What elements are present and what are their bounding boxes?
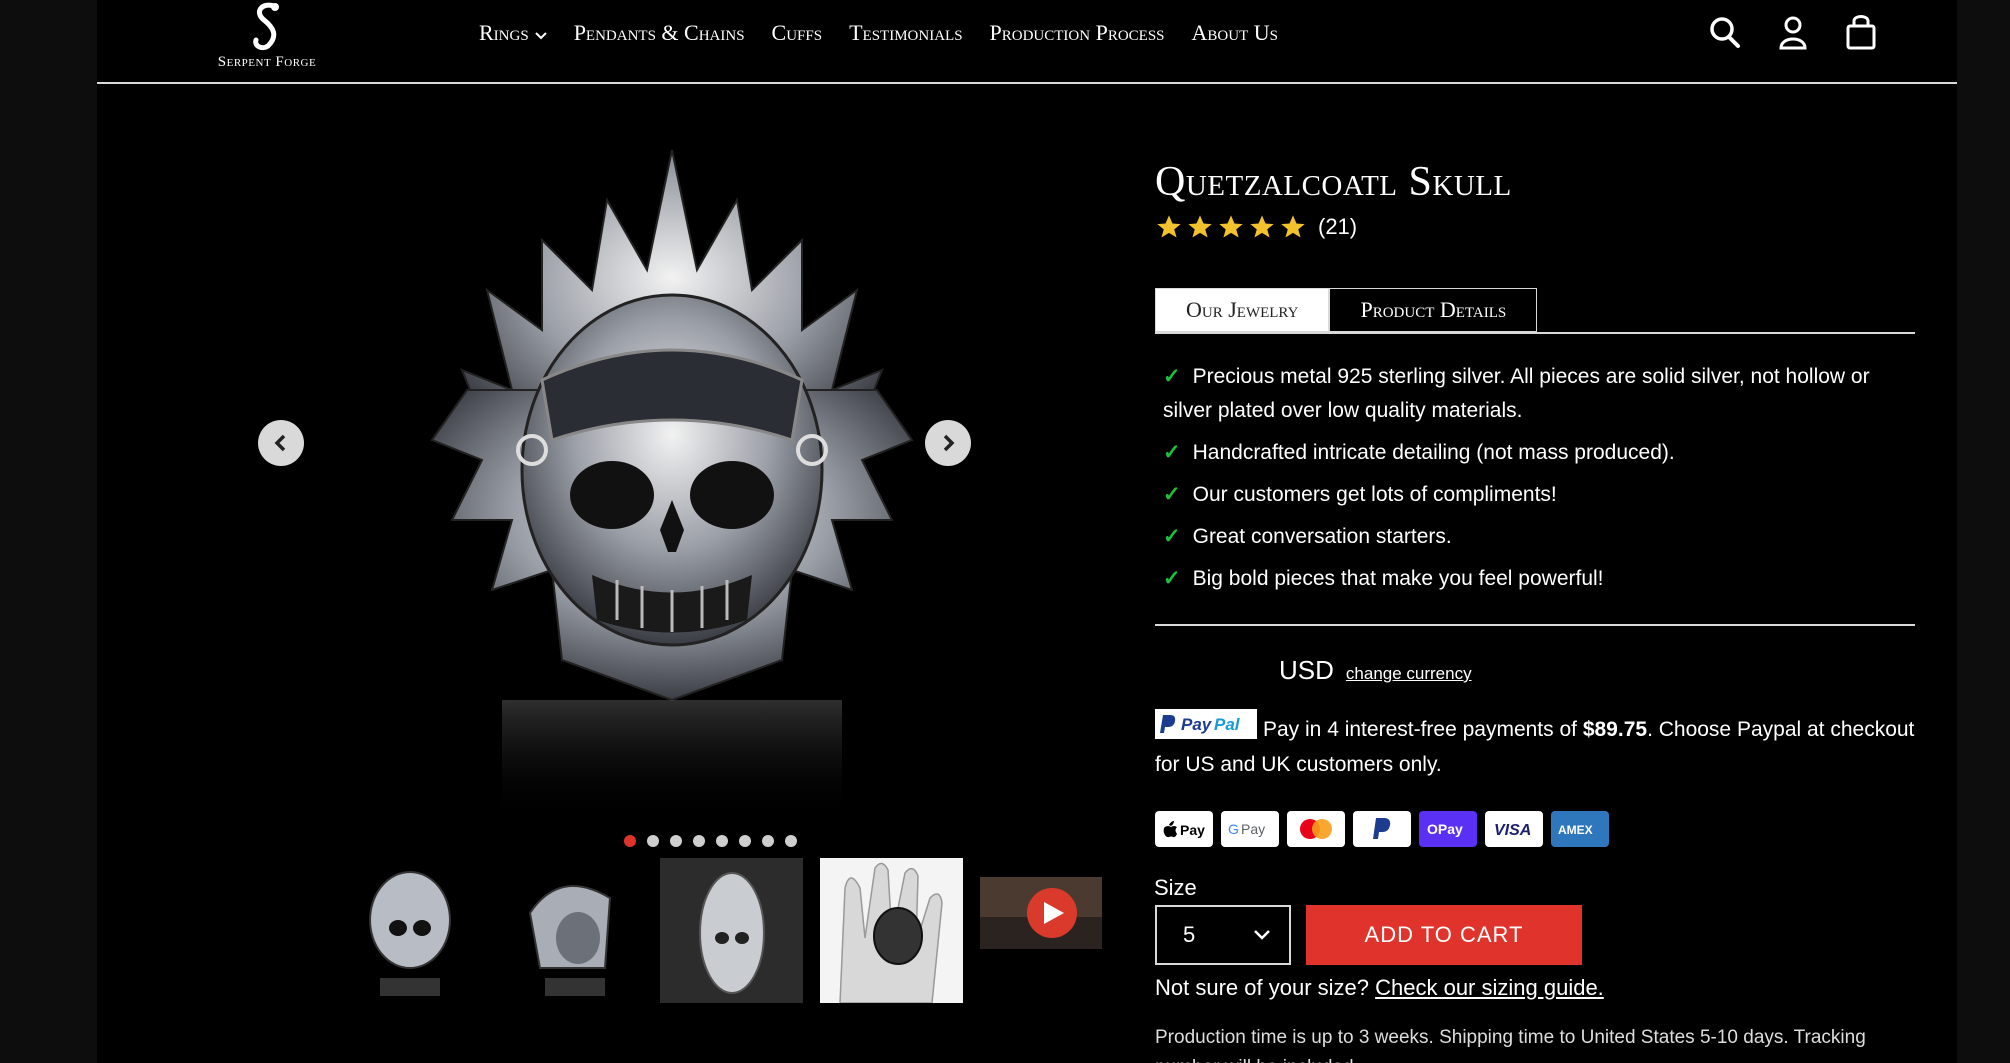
gallery-prev-button[interactable] [258,420,304,466]
section-divider [1155,624,1915,626]
currency-code: USD [1279,655,1334,685]
list-item: ✓ Big bold pieces that make you feel powe… [1155,562,1915,596]
paypal-installments: Pay Pal Pay in 4 interest-free payments o… [1155,709,1915,782]
svg-text:AMEX: AMEX [1558,823,1593,837]
thumbnail-ring-tall[interactable] [660,858,803,1003]
product-tabs: Our Jewelry Product Details [1155,288,1538,332]
gallery-dot[interactable] [716,835,728,847]
change-currency-link[interactable]: change currency [1346,664,1472,684]
gallery-dot[interactable] [693,835,705,847]
list-item: ✓ Handcrafted intricate detailing (not ma… [1155,436,1915,470]
paypal-text-prefix: Pay in 4 interest-free payments of [1263,718,1583,741]
tab-divider [1155,332,1915,334]
gallery-dot[interactable] [647,835,659,847]
site-header: Serpent Forge Rings Pendants & Chains Cu… [97,0,1957,84]
svg-text:Pay: Pay [1180,822,1205,838]
size-label: Size [1154,875,1197,900]
gallery-dot[interactable] [785,835,797,847]
feature-text: Big bold pieces that make you feel power… [1192,567,1604,590]
star-icon [1281,215,1305,238]
nav-production-process[interactable]: Production Process [990,20,1165,46]
thumbnail-ring-side[interactable] [500,858,643,1003]
thumbnail-video[interactable] [980,877,1102,949]
account-icon[interactable] [1775,12,1811,52]
feature-text: Great conversation starters. [1192,525,1452,548]
amex-icon: AMEX [1551,811,1609,847]
check-icon: ✓ [1163,567,1181,590]
star-icon [1188,215,1212,238]
thumbnail-strip [340,858,1102,1003]
sizing-note: Not sure of your size? Check our sizing … [1155,975,1604,1001]
product-rating[interactable]: (21) [1155,213,1357,241]
search-icon[interactable] [1707,12,1743,52]
list-item: ✓ Great conversation starters. [1155,520,1915,554]
nav-pendants-chains[interactable]: Pendants & Chains [574,20,745,46]
gallery-dots [624,835,797,847]
feature-text: Handcrafted intricate detailing (not mas… [1192,441,1675,464]
payment-methods: Pay G Pay OPay VISA AMEX [1155,811,1609,847]
page-frame: Serpent Forge Rings Pendants & Chains Cu… [97,0,1957,1063]
paypal-card-icon [1353,811,1411,847]
chevron-down-icon [534,20,547,46]
svg-text:VISA: VISA [1494,822,1531,839]
svg-text:Pay: Pay [1241,821,1265,837]
apple-pay-icon: Pay [1155,811,1213,847]
main-nav: Rings Pendants & Chains Cuffs Testimonia… [479,20,1278,46]
gallery-dot[interactable] [624,835,636,847]
size-value: 5 [1183,922,1196,947]
star-icon [1157,215,1181,238]
chevron-right-icon [943,434,955,452]
nav-testimonials[interactable]: Testimonials [849,20,962,46]
list-item: ✓ Precious metal 925 sterling silver. All… [1155,360,1915,428]
gallery-dot[interactable] [739,835,751,847]
gallery-next-button[interactable] [925,420,971,466]
google-pay-icon: G Pay [1221,811,1279,847]
star-icon [1250,215,1274,238]
check-icon: ✓ [1163,525,1181,548]
svg-text:G: G [1228,821,1239,837]
review-count: (21) [1318,214,1358,239]
product-title: Quetzalcoatl Skull [1155,159,1512,205]
nav-rings-label: Rings [479,20,529,45]
svg-text:Pay: Pay [1181,715,1213,734]
currency-selector: USD change currency [1279,655,1472,686]
header-icons [1707,12,1879,52]
thumbnail-ring-front[interactable] [340,858,483,1003]
paypal-logo-icon: Pay Pal [1155,709,1257,740]
serpent-logo-icon [253,2,279,51]
svg-text:Pal: Pal [1214,715,1241,734]
size-select[interactable]: 5 [1155,905,1291,965]
list-item: ✓ Our customers get lots of compliments! [1155,478,1915,512]
feature-list: ✓ Precious metal 925 sterling silver. All… [1155,360,1915,604]
visa-icon: VISA [1485,811,1543,847]
chevron-left-icon [274,434,286,452]
mastercard-icon [1287,811,1345,847]
shop-pay-icon: OPay [1419,811,1477,847]
paypal-amount: $89.75 [1582,718,1648,741]
tab-product-details[interactable]: Product Details [1329,288,1538,332]
chevron-down-icon [1254,930,1270,940]
check-icon: ✓ [1163,365,1181,388]
site-logo[interactable]: Serpent Forge [207,0,327,70]
nav-about-us[interactable]: About Us [1192,20,1278,46]
add-to-cart-button[interactable]: ADD TO CART [1306,905,1582,965]
feature-text: Precious metal 925 sterling silver. All … [1163,365,1870,422]
production-note: Production time is up to 3 weeks. Shippi… [1155,1027,1866,1063]
thumbnail-ring-on-hand[interactable] [820,858,963,1003]
star-icon [1219,215,1243,238]
logo-text: Serpent Forge [217,54,317,70]
tab-our-jewelry[interactable]: Our Jewelry [1155,288,1330,332]
product-main-image[interactable] [392,140,952,820]
feature-text: Our customers get lots of compliments! [1192,483,1557,506]
check-icon: ✓ [1163,441,1181,464]
sizing-guide-link[interactable]: Check our sizing guide. [1375,975,1604,1000]
gallery-dot[interactable] [762,835,774,847]
cart-icon[interactable] [1843,12,1879,52]
sizing-text: Not sure of your size? [1155,975,1369,1000]
gallery-dot[interactable] [670,835,682,847]
nav-cuffs[interactable]: Cuffs [772,20,823,46]
svg-text:OPay: OPay [1427,821,1463,837]
check-icon: ✓ [1163,483,1181,506]
nav-rings[interactable]: Rings [479,20,547,46]
